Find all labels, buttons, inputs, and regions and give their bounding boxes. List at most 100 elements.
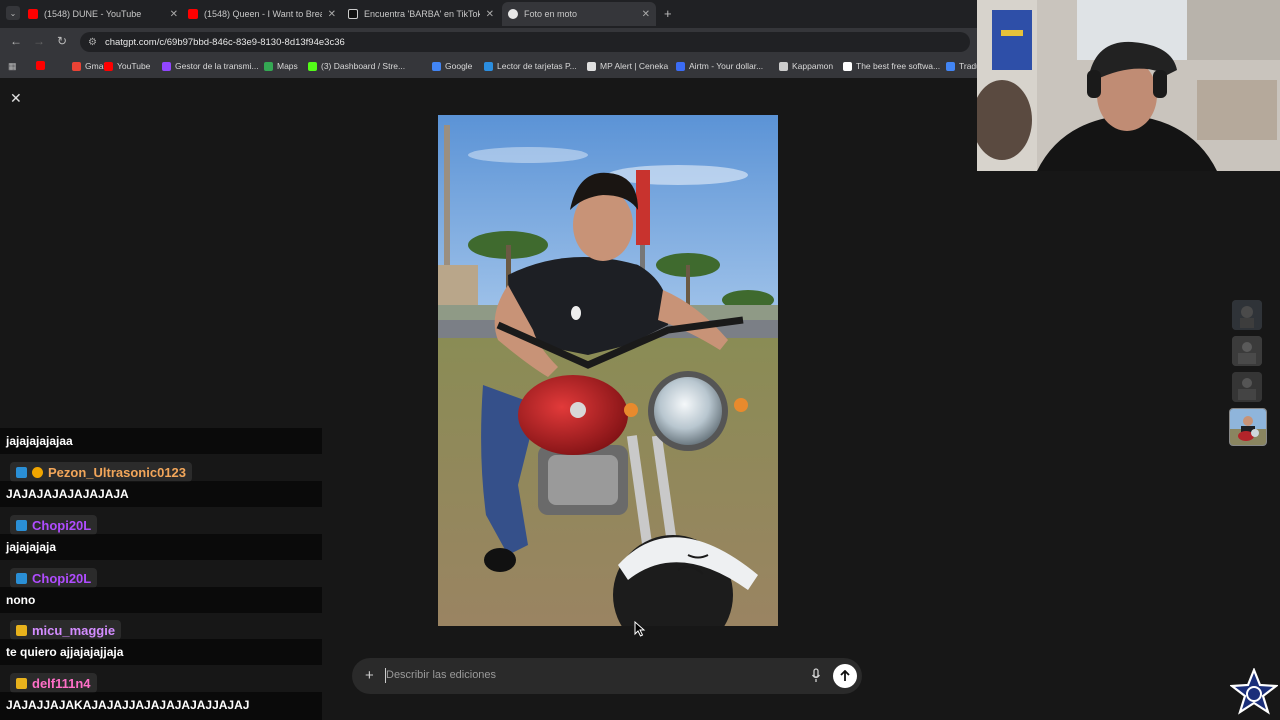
image-thumbnail-selected[interactable]: [1229, 408, 1267, 446]
chat-username-text: Chopi20L: [32, 517, 92, 533]
tab-search-button[interactable]: ⌄: [6, 6, 20, 20]
edit-prompt-composer[interactable]: + Describir las ediciones: [352, 658, 862, 694]
bookmark-favicon-icon: [484, 61, 493, 71]
chat-username-text: delf111n4: [32, 675, 91, 691]
chat-message: jajajajajajaa: [0, 428, 322, 454]
chat-message: nono: [0, 587, 322, 613]
chat-message: JAJAJAJAJAJAJAJA: [0, 481, 322, 507]
bookmark-favicon-icon: [264, 61, 273, 71]
youtube-icon: [188, 9, 198, 19]
close-viewer-icon[interactable]: ✕: [10, 90, 22, 107]
tab-title: Foto en moto: [524, 9, 578, 19]
subscriber-badge-icon: [16, 466, 27, 478]
bookmark-favicon-icon: [432, 61, 441, 71]
reload-icon[interactable]: ↻: [57, 34, 67, 48]
subscriber-badge-icon: [16, 572, 27, 584]
motorcycle-photo: [438, 115, 778, 626]
browser-tab[interactable]: (1548) Queen - I Want to Break Free ✕: [188, 4, 336, 24]
webcam-overlay: [977, 0, 1280, 171]
bookmark-item[interactable]: Kappamon: [779, 61, 833, 71]
chat-username: Chopi20L: [10, 515, 98, 535]
generated-image[interactable]: [438, 115, 778, 626]
tab-title: (1548) DUNE - YouTube: [44, 9, 142, 19]
tiktok-icon: [348, 9, 358, 19]
bookmark-label: MP Alert | Ceneka: [600, 61, 669, 71]
chat-message-text: jajajajajajaa: [6, 434, 73, 448]
chat-message-text: JAJAJJAJAKAJAJAJJAJAJAJAJAJJAJAJ: [6, 698, 250, 712]
tab-title: (1548) Queen - I Want to Break Free: [204, 9, 322, 19]
bookmark-label: The best free softwa...: [856, 61, 941, 71]
chat-message-text: jajajajaja: [6, 540, 57, 554]
apps-grid-icon[interactable]: ▦: [8, 61, 18, 71]
bookmark-favicon-icon: [676, 61, 685, 71]
streamer-webcam-feed: [977, 0, 1280, 171]
browser-tab[interactable]: Encuentra 'BARBA' en TikTok | B ✕: [348, 4, 494, 24]
chat-message: JAJAJJAJAKAJAJAJJAJAJAJAJAJJAJAJ: [0, 692, 322, 720]
crown-badge-icon: [16, 677, 27, 689]
chat-message-text: JAJAJAJAJAJAJAJA: [6, 487, 129, 501]
bookmark-label: Google: [445, 61, 473, 71]
image-thumbnail[interactable]: [1232, 336, 1262, 366]
bookmark-favicon-icon: [308, 61, 317, 71]
bookmark-item[interactable]: Maps: [264, 61, 298, 71]
bookmark-item[interactable]: Airtm - Your dollar...: [676, 61, 763, 71]
chat-message-text: nono: [6, 593, 36, 607]
chat-username: delf111n4: [10, 673, 97, 693]
bookmark-item[interactable]: Google: [432, 61, 472, 71]
youtube-icon: [28, 9, 38, 19]
bookmark-label: (3) Dashboard / Stre...: [321, 61, 406, 71]
streamer-star-logo: [1230, 668, 1278, 715]
bookmark-favicon-icon: [162, 61, 171, 71]
image-thumbnail[interactable]: [1232, 300, 1262, 330]
chat-message: jajajajaja: [0, 534, 322, 560]
chat-message: te quiero ajjajajajjaja: [0, 639, 322, 665]
bookmark-favicon-icon: [843, 61, 852, 71]
subscriber-badge-icon: [16, 519, 27, 531]
close-tab-icon[interactable]: ✕: [486, 9, 494, 20]
chat-message-text: te quiero ajjajajajjaja: [6, 645, 124, 659]
bookmark-favicon-icon: [779, 61, 788, 71]
image-thumbnail[interactable]: [1232, 372, 1262, 402]
microphone-icon[interactable]: [811, 668, 821, 684]
crown-badge-icon: [16, 624, 27, 636]
bookmark-label: YouTube: [117, 61, 151, 71]
new-tab-icon[interactable]: +: [664, 6, 672, 21]
edit-prompt-input[interactable]: Describir las ediciones: [386, 669, 496, 681]
send-button[interactable]: [833, 664, 857, 688]
stream-chat-overlay: jajajajajajaa Pezon_Ultrasonic0123 JAJAJ…: [0, 428, 325, 720]
bookmark-item[interactable]: Tradu: [946, 61, 981, 71]
forward-arrow-icon[interactable]: →: [33, 34, 45, 48]
bookmark-item[interactable]: The best free softwa...: [843, 61, 940, 71]
close-tab-icon[interactable]: ✕: [642, 9, 650, 20]
bookmark-item[interactable]: Gestor de la transmi...: [162, 61, 259, 71]
bookmark-favicon-icon: [72, 61, 81, 71]
bookmark-item[interactable]: YouTube: [104, 61, 150, 71]
chatgpt-icon: [508, 9, 518, 19]
back-arrow-icon[interactable]: ←: [10, 34, 22, 48]
browser-tab[interactable]: (1548) DUNE - YouTube ✕: [28, 4, 178, 24]
chat-username-text: Pezon_Ultrasonic0123: [48, 464, 187, 480]
close-tab-icon[interactable]: ✕: [170, 9, 178, 20]
bookmark-label: Airtm - Your dollar...: [689, 61, 764, 71]
bookmark-favicon-icon: [587, 61, 596, 71]
bookmark-favicon-icon: [946, 61, 955, 71]
bookmark-label: Gestor de la transmi...: [175, 61, 259, 71]
bookmark-item[interactable]: (3) Dashboard / Stre...: [308, 61, 405, 71]
bookmark-item[interactable]: Lector de tarjetas P...: [484, 61, 577, 71]
url-bar[interactable]: ⚙ chatgpt.com/c/69b97bbd-846c-83e9-8130-…: [80, 32, 970, 52]
bookmark-item[interactable]: MP Alert | Ceneka: [587, 61, 668, 71]
bookmark-item[interactable]: Gmail: [72, 61, 107, 71]
bookmark-label: Lector de tarjetas P...: [497, 61, 577, 71]
mouse-pointer-icon: [634, 621, 646, 637]
add-attachment-icon[interactable]: +: [365, 667, 374, 684]
bookmark-favicon-icon: [36, 61, 45, 70]
bookmark-label: Kappamon: [792, 61, 834, 71]
bookmark-item[interactable]: [36, 61, 49, 70]
close-tab-icon[interactable]: ✕: [328, 9, 336, 20]
site-settings-icon[interactable]: ⚙: [88, 37, 97, 48]
chat-username-text: micu_maggie: [32, 622, 116, 638]
chat-username: micu_maggie: [10, 620, 122, 640]
alert-badge-icon: [32, 466, 43, 478]
browser-tab-active[interactable]: Foto en moto ✕: [502, 2, 656, 26]
chat-username: Pezon_Ultrasonic0123: [10, 462, 193, 482]
